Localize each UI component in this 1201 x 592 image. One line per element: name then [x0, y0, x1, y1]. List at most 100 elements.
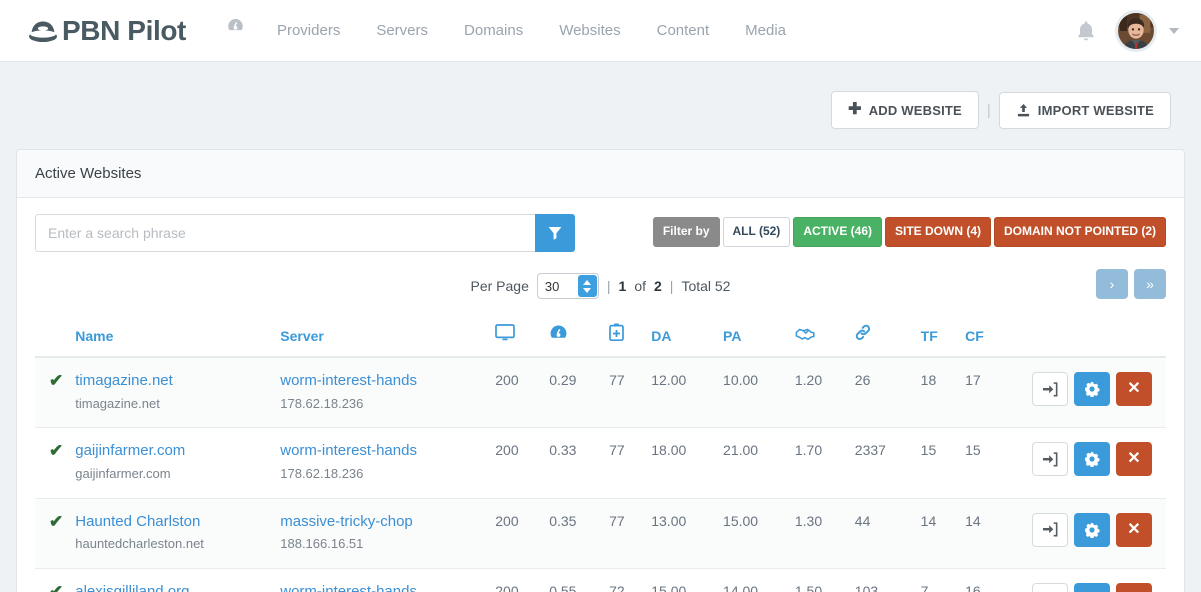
row-delete-button[interactable]: ✕: [1116, 583, 1152, 592]
filter-all-button[interactable]: ALL (52): [722, 217, 791, 247]
clipboard-plus-icon: [609, 323, 624, 342]
check-icon: ✔: [49, 511, 64, 531]
website-domain: timagazine.net: [75, 395, 160, 411]
th-tf[interactable]: TF: [914, 315, 960, 358]
row-http-status: 200: [489, 568, 544, 592]
row-settings-button[interactable]: [1074, 583, 1110, 592]
filter-active-button[interactable]: ACTIVE (46): [793, 217, 882, 247]
row-server-cell: massive-tricky-chop 188.166.16.51: [274, 498, 490, 570]
website-name-link[interactable]: Haunted Charlston: [75, 513, 268, 532]
nav-item-providers[interactable]: Providers: [259, 0, 358, 62]
add-website-button[interactable]: ✚ ADD WEBSITE: [831, 91, 979, 129]
plus-icon: ✚: [848, 101, 862, 118]
pager-separator-1: |: [606, 278, 611, 294]
row-server-cell: worm-interest-hands178.62.18.236: [274, 568, 490, 592]
row-backlinks: 2337: [848, 427, 915, 499]
row-delete-button[interactable]: ✕: [1116, 442, 1152, 477]
row-pa: 10.00: [717, 357, 789, 429]
row-da: 18.00: [645, 427, 718, 499]
current-page: 1: [618, 278, 627, 294]
row-cf: 16: [959, 568, 1006, 592]
row-health-score: 77: [603, 498, 646, 570]
row-status-check: ✔: [35, 498, 70, 570]
check-icon: ✔: [49, 371, 64, 390]
th-load-speed[interactable]: [543, 315, 604, 358]
last-page-button[interactable]: »: [1134, 269, 1166, 299]
nav-item-domains[interactable]: Domains: [446, 0, 541, 62]
th-name[interactable]: Name: [69, 315, 275, 358]
row-da: 13.00: [645, 498, 718, 570]
nav-item-dashboard[interactable]: [212, 0, 259, 62]
row-cf: 14: [959, 498, 1006, 570]
brand-logo[interactable]: PBN Pilot: [28, 16, 186, 45]
website-name-link[interactable]: timagazine.net: [75, 372, 268, 391]
next-page-button[interactable]: ›: [1096, 269, 1128, 299]
avatar[interactable]: [1115, 9, 1157, 52]
row-tf: 15: [914, 427, 960, 499]
website-name-link[interactable]: gaijinfarmer.com: [75, 442, 268, 461]
row-backlinks: 44: [848, 498, 915, 570]
row-name-cell: Haunted Charlston hauntedcharleston.net: [69, 498, 275, 570]
row-server-cell: worm-interest-hands178.62.18.236: [274, 357, 490, 429]
row-trust-metric: 1.30: [788, 498, 849, 570]
import-website-button[interactable]: IMPORT WEBSITE: [998, 91, 1171, 129]
server-name-link[interactable]: worm-interest-hands: [280, 442, 483, 461]
bell-icon: [1078, 20, 1094, 40]
gear-icon: [1085, 451, 1100, 468]
row-delete-button[interactable]: ✕: [1116, 512, 1152, 547]
row-login-button[interactable]: [1032, 442, 1068, 477]
row-name-cell: gaijinfarmer.com gaijinfarmer.com: [69, 427, 275, 499]
panel-header: Active Websites: [17, 150, 1184, 198]
per-page-select-wrap[interactable]: 30: [536, 273, 599, 299]
row-cf: 17: [959, 357, 1006, 429]
row-settings-button[interactable]: [1074, 442, 1110, 477]
th-server[interactable]: Server: [274, 315, 490, 358]
nav-item-servers[interactable]: Servers: [358, 0, 446, 62]
search-input[interactable]: [35, 214, 535, 252]
pager-separator-2: |: [669, 278, 674, 294]
notifications-button[interactable]: [1075, 19, 1097, 43]
monitor-icon: [495, 324, 516, 341]
th-trust-flow-metric[interactable]: [788, 315, 849, 358]
row-pa: 15.00: [717, 498, 789, 570]
row-settings-button[interactable]: [1074, 372, 1110, 406]
row-settings-button[interactable]: [1074, 512, 1110, 547]
pagination-controls: › »: [1096, 269, 1166, 299]
row-load-speed: 0.33: [543, 427, 604, 499]
tachometer-icon: [550, 325, 567, 338]
th-cf[interactable]: CF: [959, 315, 1006, 358]
row-delete-button[interactable]: ✕: [1116, 372, 1152, 406]
row-login-button[interactable]: [1032, 372, 1068, 406]
row-da: 12.00: [645, 357, 718, 429]
per-page-select[interactable]: 30: [536, 273, 599, 299]
page-content: ✚ ADD WEBSITE | IMPORT WEBSITE Active We…: [0, 62, 1201, 592]
th-health-score[interactable]: [603, 315, 646, 358]
websites-table: Name Server DA PA TF CF ✔ timagazine.net…: [35, 315, 1166, 592]
th-http-status[interactable]: [489, 315, 544, 358]
server-ip: 178.62.18.236: [280, 466, 364, 482]
handshake-icon: [795, 328, 815, 341]
row-login-button[interactable]: [1032, 583, 1068, 592]
server-name-link[interactable]: worm-interest-hands: [280, 583, 483, 592]
row-health-score: 77: [603, 427, 646, 499]
row-http-status: 200: [489, 427, 544, 499]
server-name-link[interactable]: worm-interest-hands: [280, 372, 483, 391]
th-backlinks[interactable]: [848, 315, 915, 358]
filter-domain-not-pointed-button[interactable]: DOMAIN NOT POINTED (2): [994, 217, 1166, 247]
pagination-row: Per Page 30 | 1 of 2 | Total 52 › »: [35, 269, 1166, 303]
apply-filter-button[interactable]: [535, 214, 575, 252]
nav-item-media[interactable]: Media: [727, 0, 804, 62]
nav-item-content[interactable]: Content: [639, 0, 728, 62]
website-name-link[interactable]: alexisgilliland.org: [75, 583, 268, 592]
row-login-button[interactable]: [1032, 512, 1068, 547]
server-name-link[interactable]: massive-tricky-chop: [280, 513, 483, 532]
filter-site-down-button[interactable]: SITE DOWN (4): [885, 217, 991, 247]
row-status-check: ✔: [35, 357, 70, 429]
table-header: Name Server DA PA TF CF: [35, 315, 1166, 358]
th-pa[interactable]: PA: [717, 315, 789, 358]
row-http-status: 200: [489, 357, 544, 429]
row-trust-metric: 1.50: [788, 568, 849, 592]
nav-item-websites[interactable]: Websites: [541, 0, 638, 62]
th-da[interactable]: DA: [645, 315, 718, 358]
user-menu-caret-icon[interactable]: [1169, 27, 1179, 34]
